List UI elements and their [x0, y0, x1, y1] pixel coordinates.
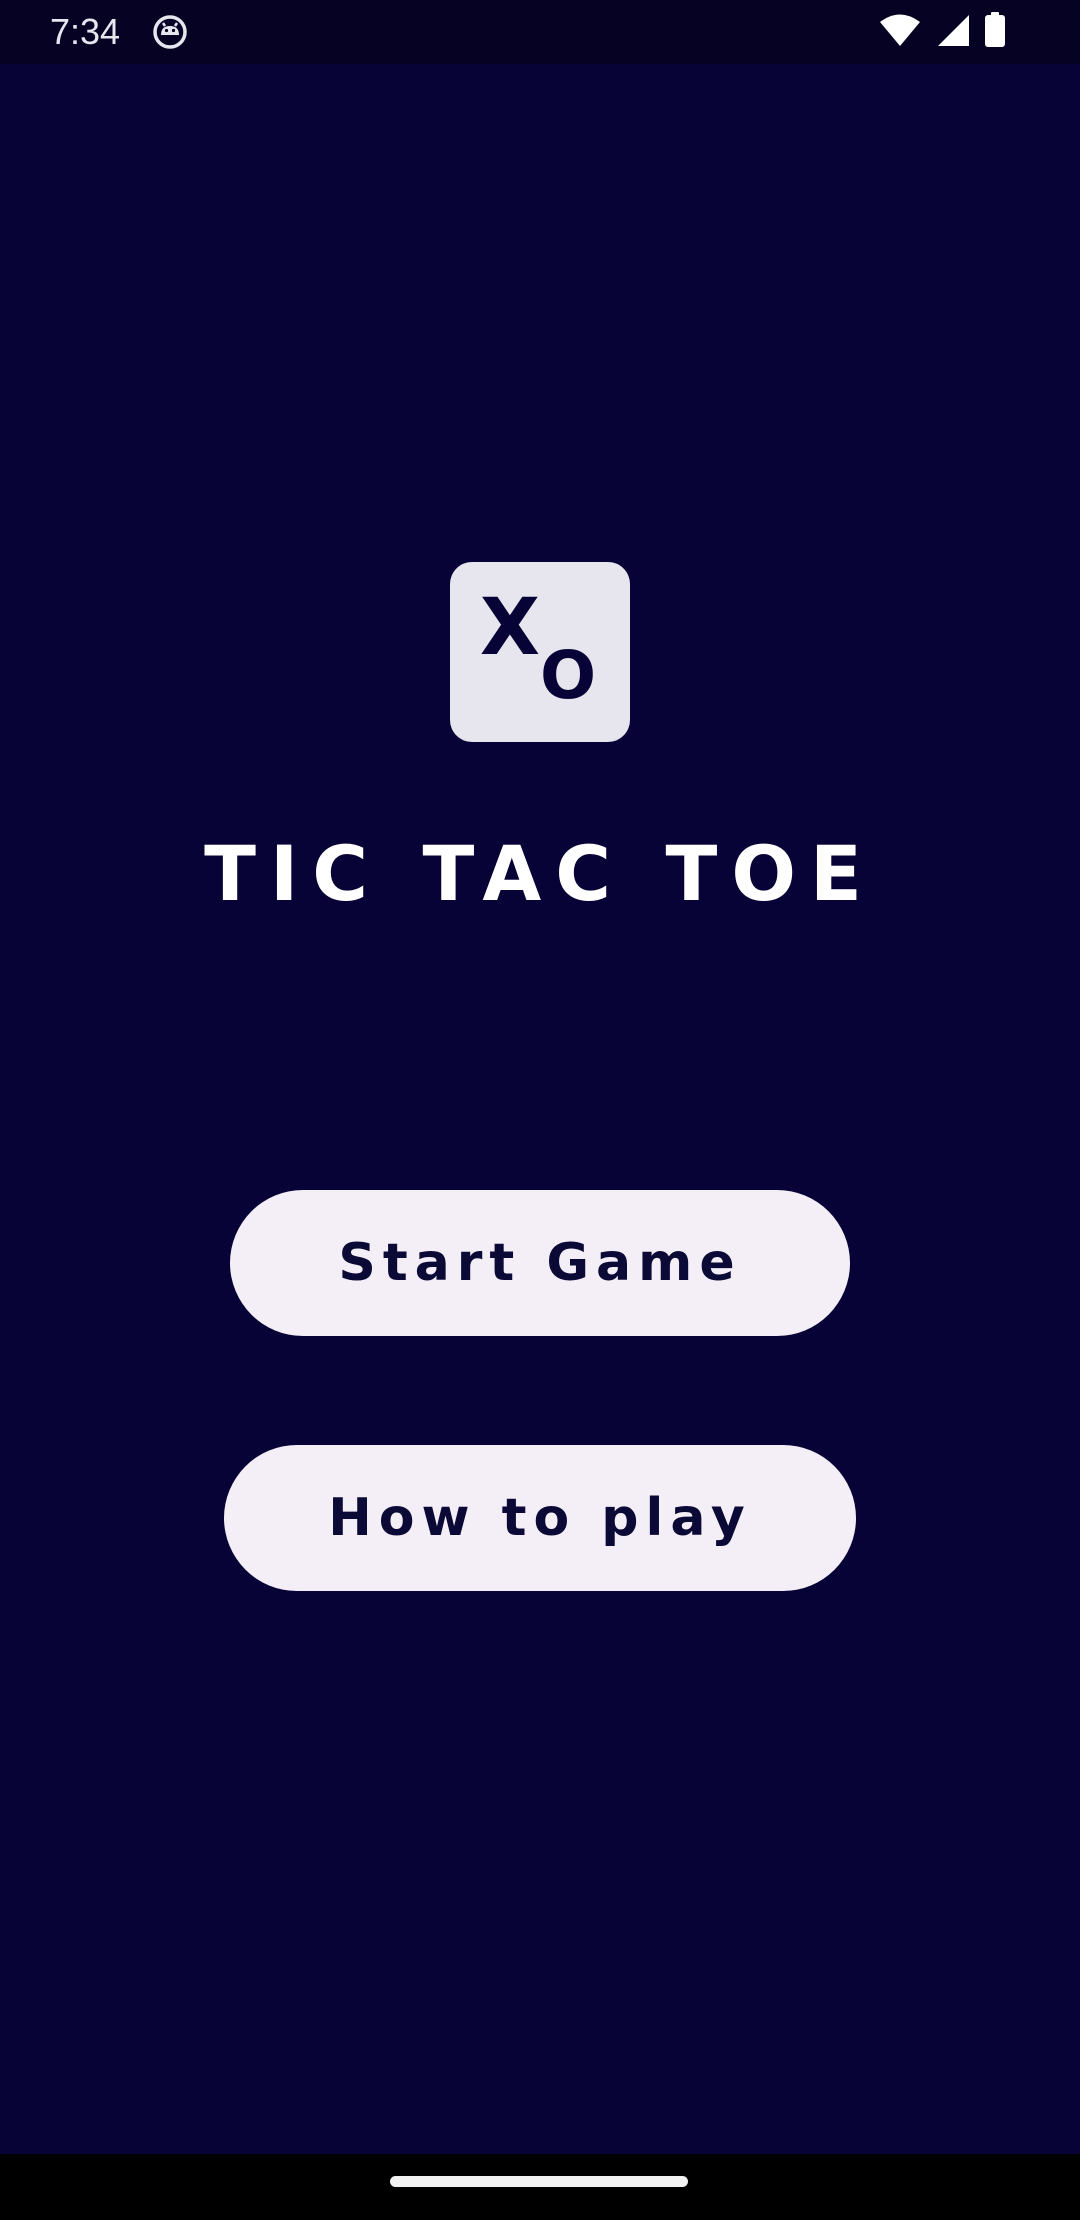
- logo-x-glyph: X: [480, 583, 540, 673]
- how-to-play-button[interactable]: How to play: [224, 1445, 856, 1591]
- cellular-signal-icon: [936, 13, 970, 51]
- status-time: 7:34: [50, 11, 121, 52]
- logo-o-glyph: O: [540, 637, 596, 714]
- battery-icon: [984, 12, 1006, 52]
- status-bar: 7:34: [0, 0, 1080, 64]
- home-screen: X O TIC TAC TOE Start Game How to play: [0, 64, 1080, 2154]
- start-game-button[interactable]: Start Game: [230, 1190, 850, 1336]
- android-debug-icon: [152, 14, 188, 50]
- app-title: TIC TAC TOE: [204, 829, 876, 918]
- status-icons: [878, 12, 1006, 52]
- tic-tac-toe-xo-logo-icon: X O: [450, 562, 630, 742]
- screen: 7:34 X O TIC TAC TOE Start Game How to p…: [0, 0, 1080, 2220]
- navigation-bar: [0, 2154, 1080, 2220]
- wifi-icon: [878, 13, 922, 51]
- home-gesture-handle[interactable]: [390, 2176, 688, 2187]
